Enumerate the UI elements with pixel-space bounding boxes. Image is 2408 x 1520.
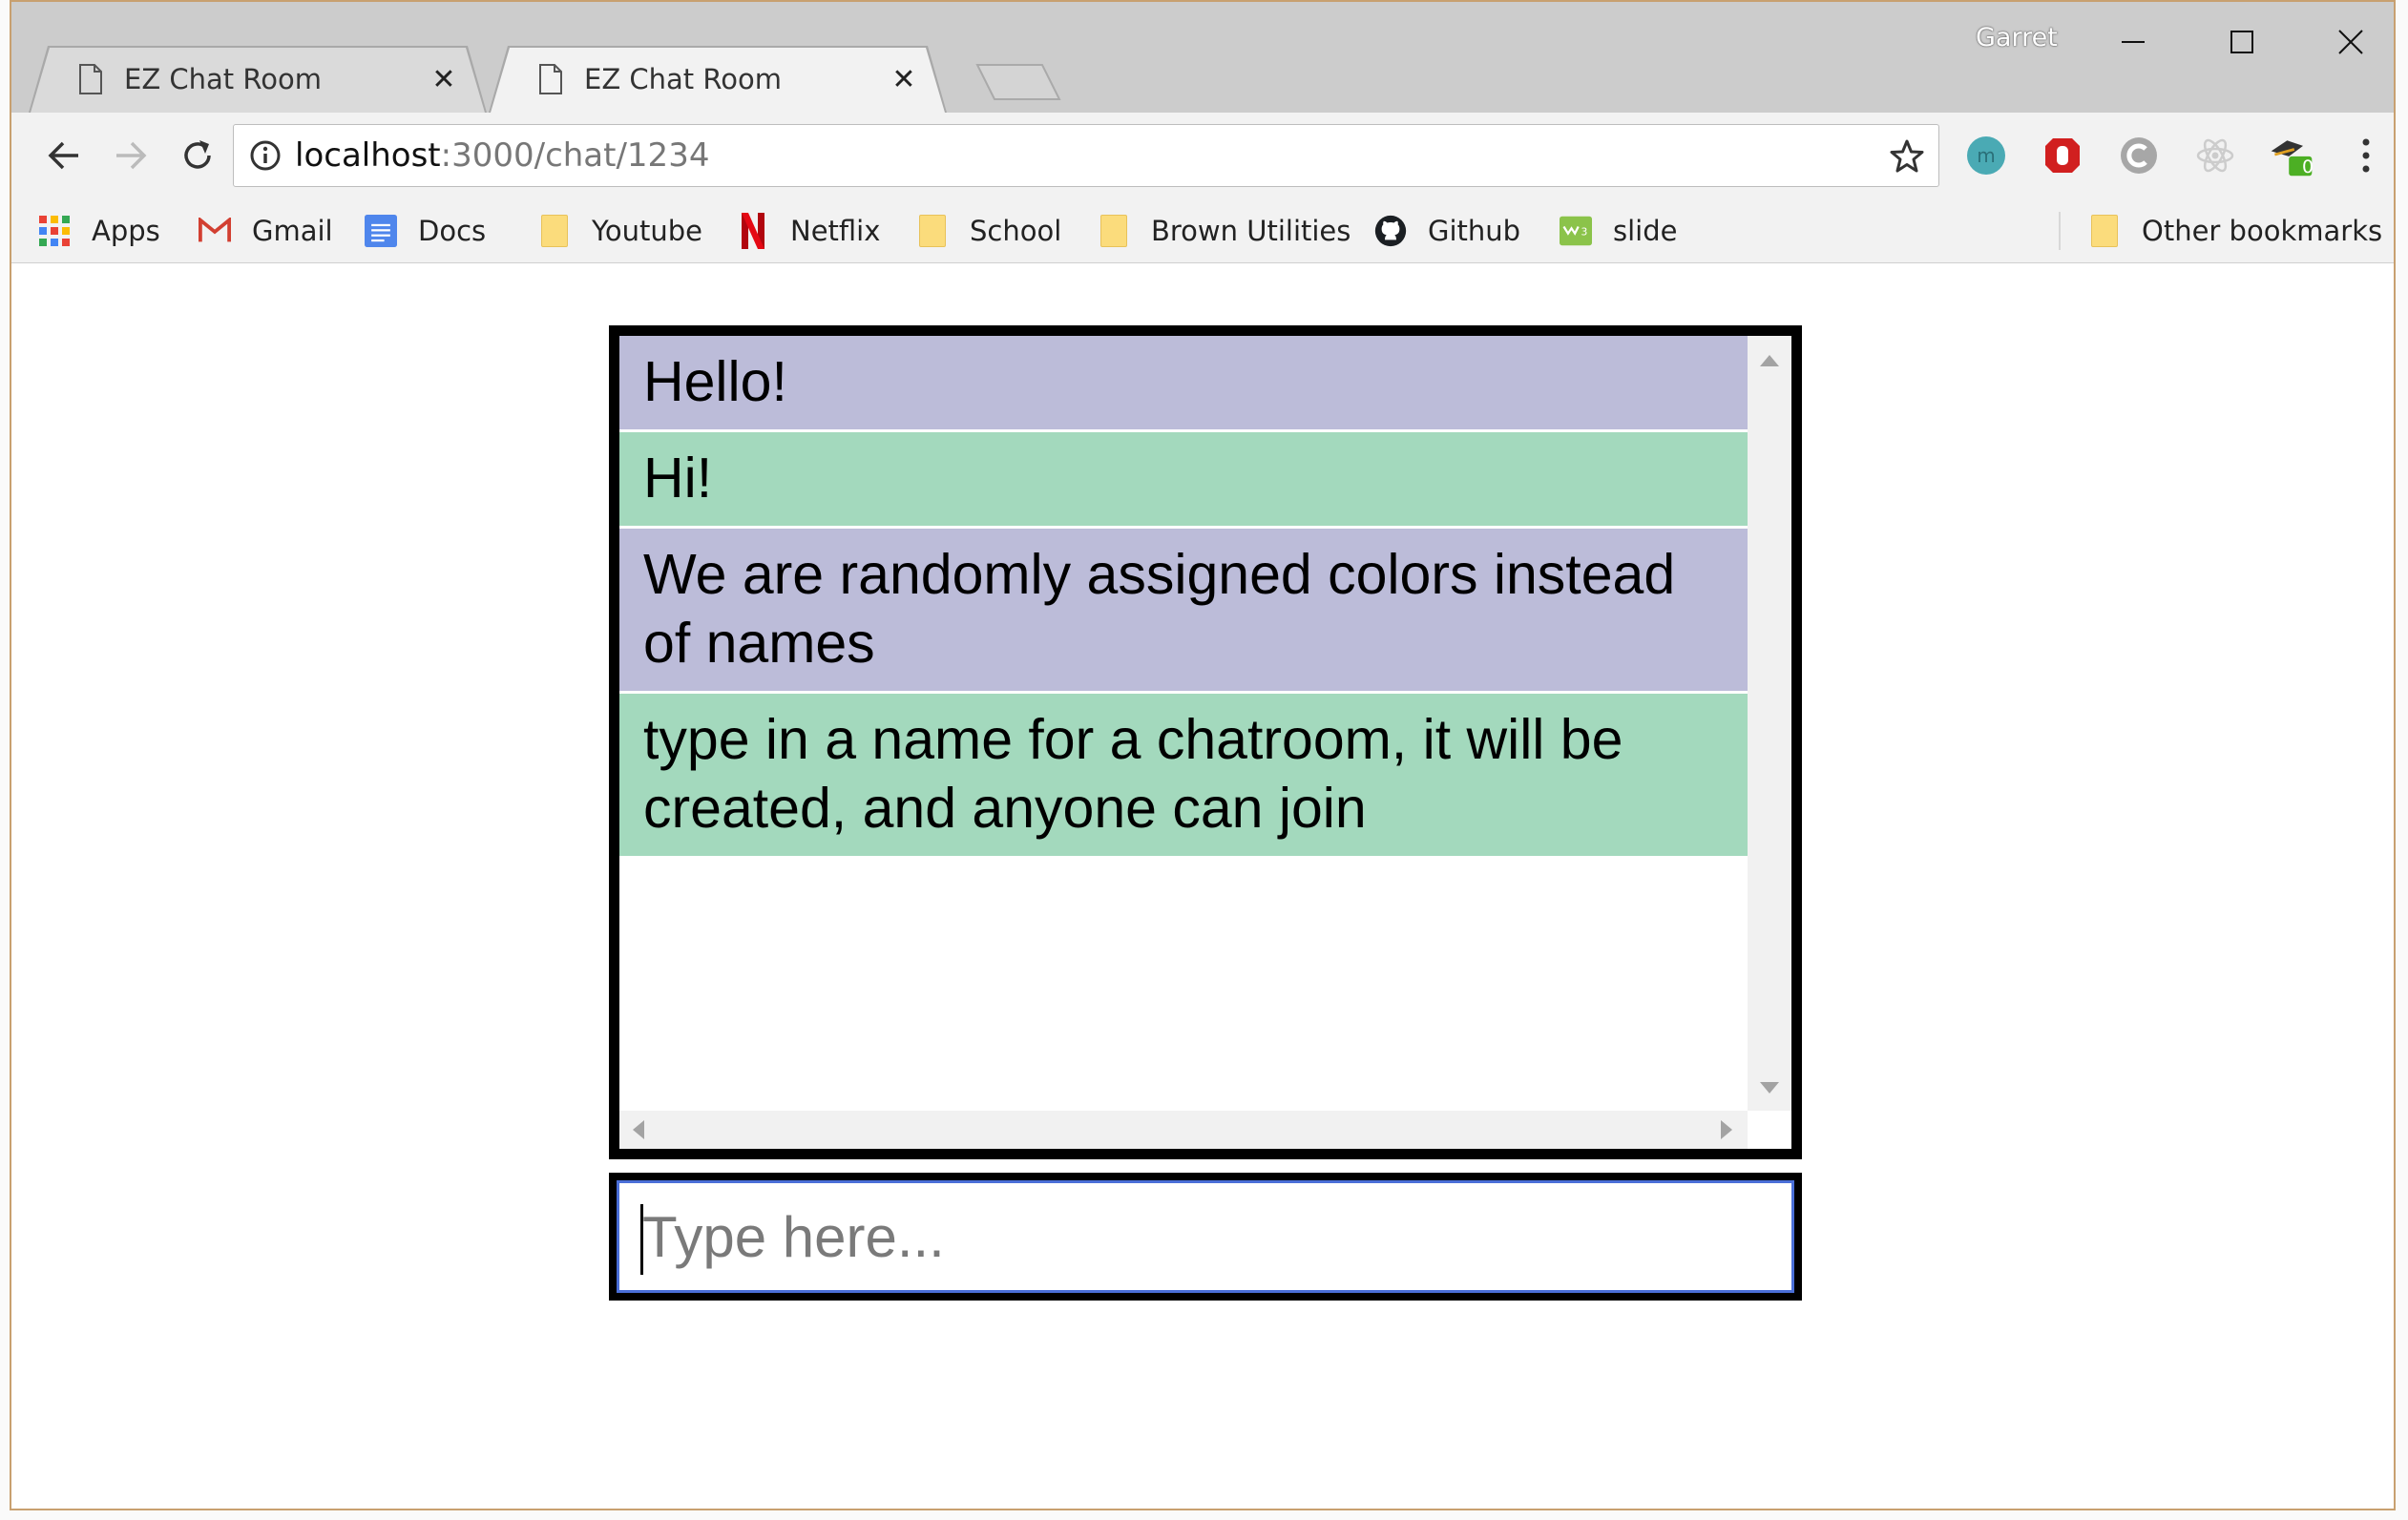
bookmarks-bar: Apps Gmail Docs Youtube Netflix School B… bbox=[11, 198, 2394, 263]
profile-name[interactable]: Garret bbox=[1976, 23, 2058, 52]
page-content: Hello! Hi! We are randomly assigned colors… bbox=[11, 264, 2394, 1509]
tab-close-icon[interactable]: ✕ bbox=[890, 63, 918, 96]
chat-message: type in a name for a chatroom, it will b… bbox=[619, 694, 1748, 859]
bookmark-netflix[interactable]: Netflix bbox=[737, 210, 880, 252]
docs-icon bbox=[365, 213, 397, 249]
chat-message: Hi! bbox=[619, 432, 1748, 529]
bookmark-label: slide bbox=[1613, 215, 1678, 247]
tab-close-icon[interactable]: ✕ bbox=[429, 63, 458, 96]
bookmark-label: Docs bbox=[418, 215, 487, 247]
page-icon bbox=[539, 64, 562, 94]
scroll-up-arrow-icon[interactable] bbox=[1760, 355, 1779, 366]
bookmark-label: Apps bbox=[92, 215, 160, 247]
slide-icon: 3 bbox=[1560, 213, 1592, 249]
extension-m-icon[interactable]: m bbox=[1962, 132, 2010, 179]
menu-kebab-icon[interactable] bbox=[2342, 132, 2390, 179]
tab-ez-chat-room-1[interactable]: EZ Chat Room ✕ bbox=[29, 46, 487, 113]
minimize-icon[interactable] bbox=[2100, 13, 2167, 71]
scroll-left-arrow-icon[interactable] bbox=[633, 1120, 644, 1139]
folder-icon bbox=[2088, 213, 2121, 249]
extension-c-icon[interactable] bbox=[2115, 132, 2163, 179]
browser-toolbar: localhost:3000/chat/1234 m 0 bbox=[11, 113, 2394, 198]
folder-icon bbox=[538, 213, 571, 249]
message-input[interactable] bbox=[617, 1180, 1794, 1293]
reload-icon[interactable] bbox=[174, 132, 221, 179]
text-caret bbox=[640, 1204, 643, 1275]
ublock-hand-icon[interactable] bbox=[2039, 132, 2086, 179]
bookmark-label: Netflix bbox=[790, 215, 881, 247]
message-list: Hello! Hi! We are randomly assigned colors… bbox=[619, 336, 1748, 1111]
browser-window: EZ Chat Room ✕ EZ Chat Room ✕ Garret loc… bbox=[10, 0, 2396, 1510]
bookmark-brown-utilities[interactable]: Brown Utilities bbox=[1098, 210, 1351, 252]
netflix-icon bbox=[737, 213, 769, 249]
folder-icon bbox=[1098, 213, 1130, 249]
bookmark-other-bookmarks[interactable]: Other bookmarks bbox=[2088, 210, 2382, 252]
chat-message: We are randomly assigned colors instead … bbox=[619, 529, 1748, 694]
scroll-right-arrow-icon[interactable] bbox=[1721, 1120, 1732, 1139]
extension-badge-icon[interactable]: 0 bbox=[2268, 132, 2315, 179]
info-icon[interactable] bbox=[249, 139, 282, 172]
bookmark-school[interactable]: School bbox=[916, 210, 1061, 252]
forward-arrow-icon[interactable] bbox=[107, 132, 155, 179]
bookmark-label: Brown Utilities bbox=[1151, 215, 1351, 247]
folder-icon bbox=[916, 213, 949, 249]
chat-log[interactable]: Hello! Hi! We are randomly assigned colors… bbox=[609, 325, 1802, 1159]
url-text[interactable]: localhost:3000/chat/1234 bbox=[295, 136, 709, 175]
vertical-scrollbar[interactable] bbox=[1748, 336, 1791, 1111]
svg-text:3: 3 bbox=[1581, 225, 1588, 238]
page-icon bbox=[79, 64, 102, 94]
new-tab-button[interactable] bbox=[975, 63, 1061, 101]
close-window-icon[interactable] bbox=[2317, 13, 2384, 71]
chat-message: Hello! bbox=[619, 336, 1748, 432]
apps-grid-icon bbox=[38, 213, 71, 249]
back-arrow-icon[interactable] bbox=[40, 132, 88, 179]
title-bar: EZ Chat Room ✕ EZ Chat Room ✕ Garret bbox=[11, 2, 2394, 113]
scroll-down-arrow-icon[interactable] bbox=[1760, 1082, 1779, 1093]
tab-title: EZ Chat Room bbox=[124, 63, 322, 95]
maximize-icon[interactable] bbox=[2209, 13, 2275, 71]
extension-badge-count: 0 bbox=[2302, 156, 2314, 177]
url-path: :3000/chat/1234 bbox=[440, 136, 710, 175]
bookmark-gmail[interactable]: Gmail bbox=[199, 210, 333, 252]
bookmark-apps[interactable]: Apps bbox=[38, 210, 160, 252]
gmail-icon bbox=[199, 213, 231, 249]
bookmark-slide[interactable]: 3 slide bbox=[1560, 210, 1677, 252]
react-devtools-icon[interactable] bbox=[2191, 132, 2239, 179]
horizontal-scrollbar[interactable] bbox=[619, 1111, 1748, 1149]
bookmark-label: Other bookmarks bbox=[2142, 215, 2383, 247]
tab-ez-chat-room-2[interactable]: EZ Chat Room ✕ bbox=[489, 46, 947, 113]
bookmark-label: Github bbox=[1428, 215, 1521, 247]
address-bar[interactable]: localhost:3000/chat/1234 bbox=[233, 124, 1939, 187]
bookmark-label: School bbox=[970, 215, 1062, 247]
tab-title: EZ Chat Room bbox=[584, 63, 782, 95]
bookmark-label: Gmail bbox=[252, 215, 333, 247]
github-icon bbox=[1374, 213, 1407, 249]
bookmark-star-icon[interactable] bbox=[1889, 138, 1925, 175]
bookmark-github[interactable]: Github bbox=[1374, 210, 1520, 252]
bookmarks-separator bbox=[2059, 212, 2061, 250]
message-input-frame bbox=[609, 1173, 1802, 1301]
scrollbar-corner bbox=[1748, 1111, 1791, 1149]
bookmark-docs[interactable]: Docs bbox=[365, 210, 486, 252]
url-host: localhost bbox=[295, 136, 441, 175]
bookmark-youtube[interactable]: Youtube bbox=[538, 210, 702, 252]
svg-text:m: m bbox=[1977, 144, 1995, 167]
bookmark-label: Youtube bbox=[592, 215, 702, 247]
